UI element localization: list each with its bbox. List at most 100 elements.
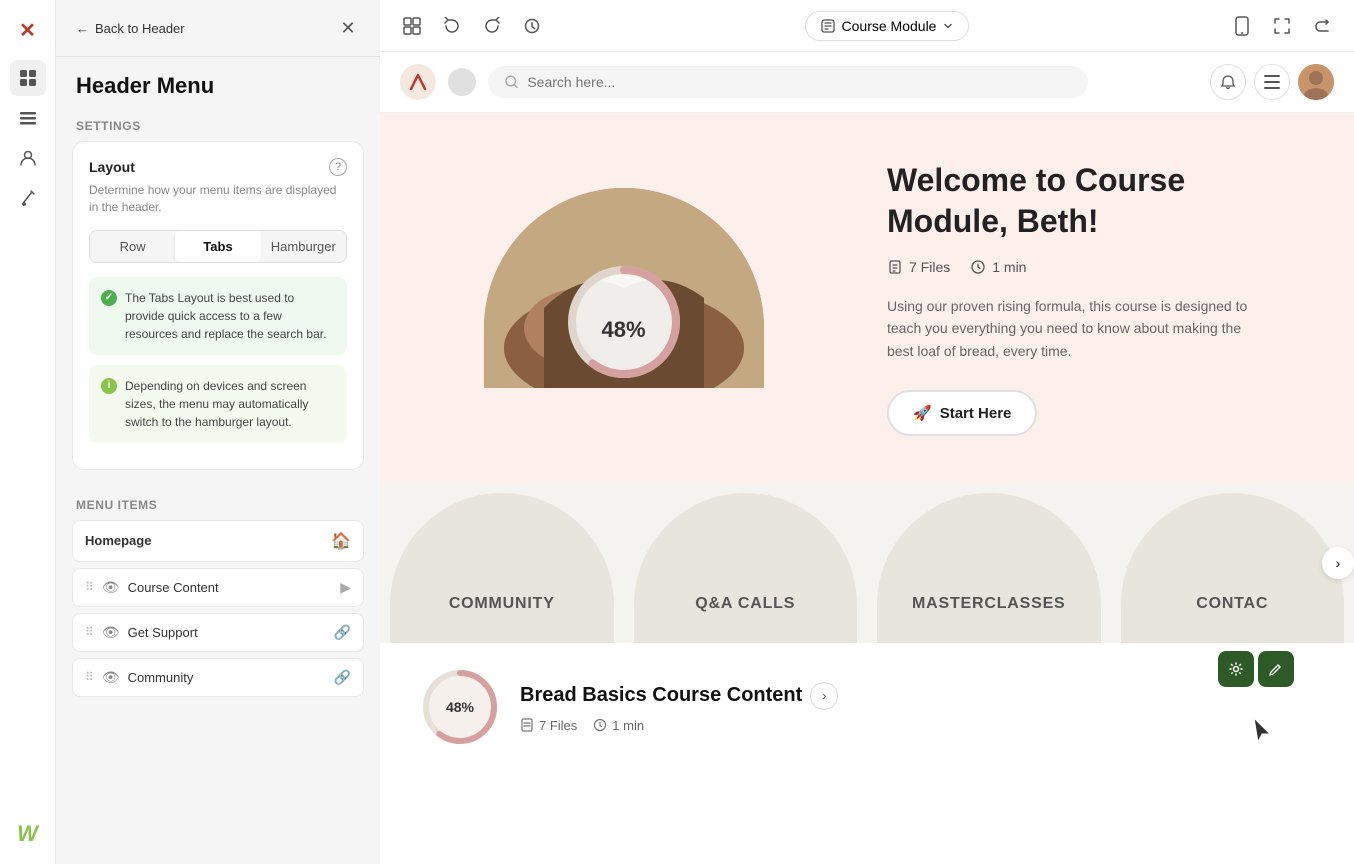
course-files-count: 7 Files [539, 718, 577, 733]
mobile-preview-icon[interactable] [1226, 10, 1258, 42]
course-progress-mini: 48% [420, 667, 500, 747]
tile-contact[interactable]: CONTAC [1111, 493, 1354, 643]
course-card-title-row: Bread Basics Course Content › [520, 682, 1314, 710]
layout-header: Layout ? [89, 158, 347, 176]
brush-icon[interactable] [10, 180, 46, 216]
hero-duration-meta: 1 min [970, 259, 1026, 275]
tip-tabs-box: ✓ The Tabs Layout is best used to provid… [89, 277, 347, 355]
toolbar-left [396, 10, 548, 42]
course-nav [380, 52, 1354, 113]
tile-arch-qa [634, 493, 858, 643]
progress-circle: 48% [564, 262, 684, 382]
toolbar-right [1226, 10, 1338, 42]
hero-progress-text: 48% [601, 317, 645, 343]
tile-community[interactable]: COMMUNITY [380, 493, 624, 643]
share-icon[interactable] [1306, 10, 1338, 42]
menu-items-list: Homepage 🏠 ⠿ 👁 Course Content ▶ ⠿ 👁 Get … [56, 520, 380, 703]
users-icon[interactable] [10, 140, 46, 176]
search-input[interactable] [527, 74, 1072, 90]
edit-float-button[interactable] [1258, 651, 1294, 687]
course-card: 48% Bread Basics Course Content › 7 File… [420, 667, 1314, 747]
icon-column: ✕ W [0, 0, 56, 864]
notification-bell-icon[interactable] [1210, 64, 1246, 100]
drag-handle-community[interactable]: ⠿ [85, 670, 94, 684]
hero-title: Welcome to Course Module, Beth! [887, 160, 1294, 243]
hamburger-menu-icon[interactable] [1254, 64, 1290, 100]
tile-arch-community [390, 493, 614, 643]
menu-tiles-section: COMMUNITY Q&A CALLS MASTERCLASSES CONTAC… [380, 483, 1354, 643]
tile-qa-label: Q&A CALLS [695, 595, 795, 613]
tile-community-label: COMMUNITY [449, 595, 555, 613]
start-here-button[interactable]: 🚀 Start Here [887, 390, 1037, 436]
back-label: Back to Header [95, 21, 185, 36]
visibility-icon-community[interactable]: 👁 [102, 669, 120, 686]
back-arrow-icon: ← [76, 21, 89, 36]
layout-help-icon[interactable]: ? [329, 158, 347, 176]
course-card-arrow-button[interactable]: › [810, 682, 838, 710]
tile-arch-contact [1121, 493, 1345, 643]
grid-view-icon[interactable] [396, 10, 428, 42]
course-card-info: Bread Basics Course Content › 7 Files 1 … [520, 682, 1314, 733]
menu-item-course-content-label: Course Content [128, 580, 333, 595]
hero-files-count: 7 Files [909, 259, 950, 275]
drag-handle-course-content[interactable]: ⠿ [85, 580, 94, 594]
hero-meta: 7 Files 1 min [887, 259, 1294, 275]
settings-float-button[interactable] [1218, 651, 1254, 687]
panel-title: Header Menu [56, 57, 380, 107]
settings-panel: ← Back to Header ✕ Header Menu Settings … [56, 0, 380, 864]
toolbar-center: Course Module [560, 11, 1214, 41]
course-duration: 1 min [612, 718, 644, 733]
redo-button[interactable] [476, 10, 508, 42]
user-avatar[interactable] [1298, 64, 1334, 100]
menu-item-course-content[interactable]: ⠿ 👁 Course Content ▶ [72, 568, 364, 607]
nav-icons-right [1210, 64, 1334, 100]
course-module-badge[interactable]: Course Module [805, 11, 970, 41]
check-icon: ✓ [101, 290, 117, 306]
course-card-meta: 7 Files 1 min [520, 718, 1314, 733]
start-btn-label: Start Here [940, 405, 1012, 422]
settings-card: Layout ? Determine how your menu items a… [72, 141, 364, 470]
menu-item-community[interactable]: ⠿ 👁 Community 🔗 [72, 658, 364, 697]
tile-arch-masterclasses [877, 493, 1101, 643]
menu-item-community-label: Community [128, 670, 326, 685]
main-area: Course Module [380, 0, 1354, 864]
brand-icon: ✕ [10, 12, 46, 48]
course-content-section: 48% Bread Basics Course Content › 7 File… [380, 643, 1354, 771]
close-panel-button[interactable]: ✕ [336, 16, 360, 40]
undo-button[interactable] [436, 10, 468, 42]
visibility-icon-get-support[interactable]: 👁 [102, 624, 120, 641]
course-logo [400, 64, 436, 100]
w-logo-icon[interactable]: W [10, 816, 46, 852]
layout-option-hamburger[interactable]: Hamburger [261, 231, 346, 262]
course-card-title: Bread Basics Course Content [520, 684, 802, 707]
toolbar: Course Module [380, 0, 1354, 52]
hero-description: Using our proven rising formula, this co… [887, 295, 1267, 362]
app-wrapper: ✕ W ← Back to Header ✕ [0, 0, 1354, 864]
menu-item-homepage[interactable]: Homepage 🏠 [72, 520, 364, 562]
pages-icon[interactable] [10, 60, 46, 96]
tile-masterclasses-label: MASTERCLASSES [912, 595, 1066, 613]
tile-qa-calls[interactable]: Q&A CALLS [624, 493, 868, 643]
rocket-icon: 🚀 [913, 404, 932, 422]
hero-image-container: 48% [484, 188, 764, 408]
menu-item-homepage-label: Homepage [85, 533, 323, 548]
drag-handle-get-support[interactable]: ⠿ [85, 625, 94, 639]
home-icon: 🏠 [331, 531, 351, 551]
layout-option-tabs[interactable]: Tabs [175, 231, 260, 262]
hero-files-meta: 7 Files [887, 259, 950, 275]
expand-icon[interactable] [1266, 10, 1298, 42]
tiles-next-arrow[interactable]: › [1322, 547, 1354, 579]
tile-masterclasses[interactable]: MASTERCLASSES [867, 493, 1111, 643]
menu-item-get-support-label: Get Support [128, 625, 326, 640]
layout-option-row[interactable]: Row [90, 231, 175, 262]
link-icon-community: 🔗 [334, 669, 351, 686]
history-button[interactable] [516, 10, 548, 42]
visibility-icon-course-content[interactable]: 👁 [102, 579, 120, 596]
back-to-header-link[interactable]: ← Back to Header [76, 21, 185, 36]
menu-item-get-support[interactable]: ⠿ 👁 Get Support 🔗 [72, 613, 364, 652]
tip-responsive-text: Depending on devices and screen sizes, t… [125, 377, 335, 431]
nav-status-dot[interactable] [448, 68, 476, 96]
link-icon-get-support: 🔗 [334, 624, 351, 641]
hero-left: 48% [380, 113, 867, 483]
layout-icon[interactable] [10, 100, 46, 136]
